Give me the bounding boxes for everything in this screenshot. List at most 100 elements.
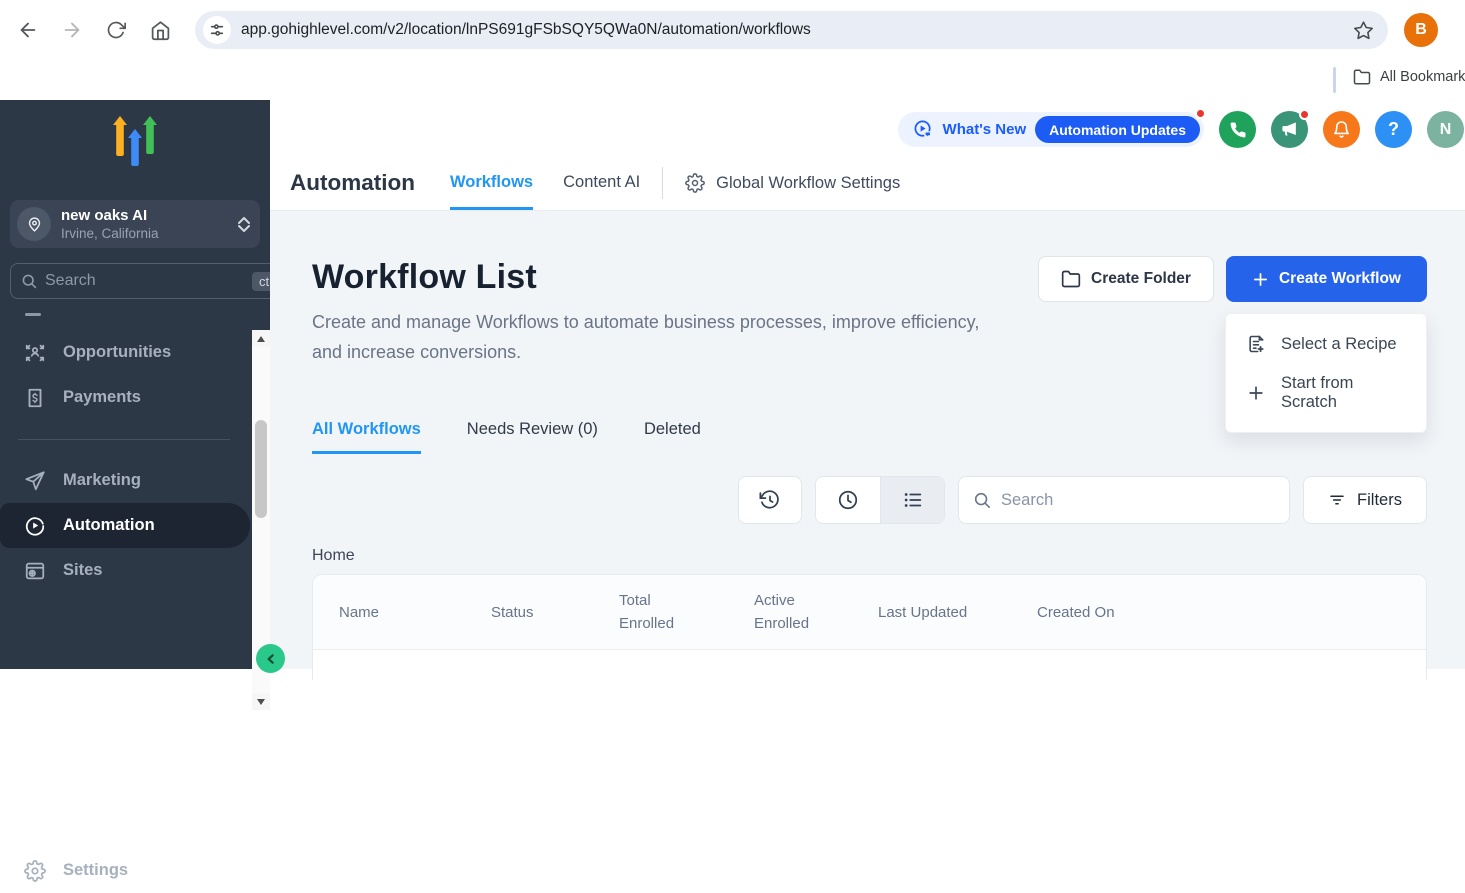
- bell-icon: [1332, 120, 1351, 139]
- global-workflow-settings-link[interactable]: Global Workflow Settings: [685, 173, 900, 193]
- location-switcher[interactable]: new oaks AI Irvine, California: [10, 200, 260, 248]
- location-pin-icon: [17, 207, 51, 241]
- column-created-on: Created On: [1037, 601, 1426, 624]
- sidebar-item-settings[interactable]: Settings: [0, 848, 250, 893]
- payments-icon: [24, 387, 46, 409]
- sidebar-search-input[interactable]: ctrl K: [10, 263, 303, 299]
- menu-item-label: Select a Recipe: [1281, 335, 1397, 354]
- folder-icon: [1353, 68, 1371, 86]
- browser-back-button[interactable]: [12, 14, 44, 46]
- all-bookmarks-button[interactable]: All Bookmarks: [1353, 68, 1465, 86]
- chevron-up-down-icon: [238, 217, 250, 232]
- browser-forward-button[interactable]: [56, 14, 88, 46]
- workflow-search[interactable]: [958, 476, 1290, 524]
- workflow-search-field[interactable]: [1001, 491, 1275, 510]
- avatar-initial: N: [1440, 121, 1452, 139]
- tab-content-ai[interactable]: Content AI: [563, 156, 640, 210]
- app-logo: [0, 100, 270, 196]
- browser-home-button[interactable]: [144, 14, 176, 46]
- sidebar-item-label: Opportunities: [63, 343, 171, 362]
- list-toolbar: Filters: [312, 476, 1427, 524]
- sidebar-item-label: Payments: [63, 388, 141, 407]
- workflow-list-subtitle: Create and manage Workflows to automate …: [312, 307, 1012, 367]
- main-area: What's New Automation Updates ? N Aut: [270, 100, 1465, 669]
- sidebar-item-automation[interactable]: Automation: [0, 503, 250, 548]
- sidebar-search-row: ctrl K: [10, 263, 260, 299]
- opportunities-icon: [24, 342, 46, 364]
- sidebar-search-field[interactable]: [45, 272, 252, 290]
- plus-icon: [1252, 271, 1269, 288]
- announcements-button[interactable]: [1271, 111, 1308, 148]
- column-name: Name: [313, 601, 491, 624]
- address-bar[interactable]: app.gohighlevel.com/v2/location/lnPS691g…: [195, 11, 1388, 49]
- browser-toolbar: app.gohighlevel.com/v2/location/lnPS691g…: [0, 0, 1465, 60]
- sites-icon: [24, 560, 46, 582]
- tab-workflows[interactable]: Workflows: [450, 156, 533, 210]
- create-folder-button[interactable]: Create Folder: [1038, 256, 1214, 302]
- filters-label: Filters: [1357, 491, 1402, 510]
- breadcrumb-home[interactable]: Home: [312, 547, 1427, 565]
- whats-new-icon: [913, 119, 934, 140]
- scrollbar-up-arrow[interactable]: [252, 330, 270, 347]
- sidebar-divider: [18, 439, 230, 440]
- clipped-nav-icon: [25, 313, 41, 316]
- gear-icon: [685, 173, 705, 193]
- table-header-row: Name Status Total Enrolled Active Enroll…: [313, 575, 1426, 650]
- scrollbar-down-arrow[interactable]: [252, 693, 270, 710]
- tab-all-workflows[interactable]: All Workflows: [312, 420, 421, 454]
- megaphone-icon: [1280, 120, 1299, 139]
- history-icon: [759, 489, 781, 511]
- chevron-left-icon: [263, 651, 279, 667]
- page-head: Workflow List Create and manage Workflow…: [312, 211, 1427, 367]
- create-workflow-button[interactable]: Create Workflow: [1226, 256, 1427, 302]
- plus-icon: [1246, 383, 1266, 403]
- bookmarks-separator: [1333, 67, 1336, 93]
- column-total-enrolled: Total Enrolled: [619, 589, 709, 635]
- notifications-button[interactable]: [1323, 111, 1360, 148]
- notification-dot: [1195, 108, 1206, 119]
- user-avatar[interactable]: N: [1427, 111, 1464, 148]
- create-workflow-menu: Select a Recipe Start from Scratch: [1225, 313, 1427, 433]
- bookmark-star-icon[interactable]: [1353, 20, 1374, 41]
- help-button[interactable]: ?: [1375, 111, 1412, 148]
- automation-icon: [24, 515, 46, 537]
- automation-updates-badge[interactable]: Automation Updates: [1035, 116, 1200, 143]
- sidebar-item-marketing[interactable]: Marketing: [0, 458, 270, 503]
- phone-icon: [1229, 121, 1247, 139]
- all-bookmarks-label: All Bookmarks: [1380, 69, 1465, 85]
- browser-profile-avatar[interactable]: B: [1404, 13, 1438, 47]
- browser-reload-button[interactable]: [100, 14, 132, 46]
- gear-icon: [24, 860, 46, 882]
- folder-icon: [1061, 269, 1081, 289]
- location-city: Irvine, California: [61, 225, 238, 242]
- sidebar-item-payments[interactable]: Payments: [0, 375, 270, 420]
- filters-button[interactable]: Filters: [1303, 476, 1427, 524]
- site-settings-icon[interactable]: [203, 16, 231, 44]
- header-divider: [662, 167, 663, 199]
- sidebar-item-sites[interactable]: Sites: [0, 548, 270, 593]
- search-icon: [21, 273, 37, 289]
- scrollbar-thumb[interactable]: [255, 420, 267, 518]
- menu-item-start-from-scratch[interactable]: Start from Scratch: [1226, 364, 1426, 422]
- search-icon: [973, 491, 991, 509]
- workflow-table: Name Status Total Enrolled Active Enroll…: [312, 574, 1427, 680]
- tab-needs-review[interactable]: Needs Review (0): [467, 420, 598, 454]
- head-actions: Create Folder Create Workflow: [1038, 256, 1427, 302]
- tab-deleted[interactable]: Deleted: [644, 420, 701, 454]
- home-icon: [150, 20, 171, 41]
- list-view-button[interactable]: [880, 477, 944, 523]
- column-status: Status: [491, 601, 619, 624]
- recent-view-button[interactable]: [816, 477, 880, 523]
- sidebar-item-opportunities[interactable]: Opportunities: [0, 330, 270, 375]
- table-body-empty-row: [313, 650, 1426, 680]
- create-folder-label: Create Folder: [1091, 270, 1191, 288]
- enrollment-history-button[interactable]: [738, 476, 802, 524]
- sidebar: new oaks AI Irvine, California ctrl K Op…: [0, 100, 270, 669]
- gohighlevel-logo-icon: [113, 116, 157, 166]
- whats-new-button[interactable]: What's New Automation Updates: [898, 112, 1204, 147]
- clock-icon: [837, 489, 859, 511]
- menu-item-select-recipe[interactable]: Select a Recipe: [1226, 324, 1426, 364]
- arrow-left-icon: [17, 19, 39, 41]
- workflow-content: Workflow List Create and manage Workflow…: [270, 211, 1465, 669]
- phone-button[interactable]: [1219, 111, 1256, 148]
